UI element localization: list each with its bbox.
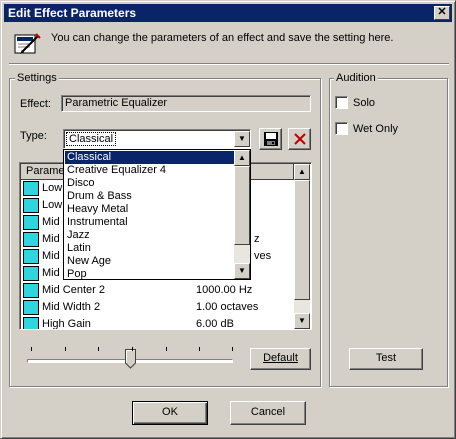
close-button[interactable]: ✕ bbox=[434, 6, 450, 20]
slider-thumb[interactable] bbox=[125, 349, 136, 369]
slider-tick bbox=[166, 347, 167, 351]
parameter-curve-icon bbox=[23, 249, 39, 264]
parameter-curve-icon bbox=[23, 317, 39, 329]
test-button[interactable]: Test bbox=[349, 348, 423, 370]
cancel-button-label: Cancel bbox=[250, 406, 286, 418]
edit-effect-dialog: Edit Effect Parameters ✕ You can change … bbox=[0, 0, 456, 439]
parameter-curve-icon bbox=[23, 283, 39, 298]
table-row[interactable]: Mid Width 2 1.00 octaves bbox=[21, 299, 294, 316]
dropdown-option[interactable]: Disco bbox=[65, 177, 234, 190]
window-title: Edit Effect Parameters bbox=[8, 6, 137, 20]
delete-icon bbox=[293, 133, 306, 145]
table-row[interactable]: Mid Center 2 1000.00 Hz bbox=[21, 282, 294, 299]
edit-dialog-icon bbox=[14, 32, 42, 56]
effect-value: Parametric Equalizer bbox=[65, 97, 168, 109]
delete-preset-button[interactable] bbox=[288, 128, 311, 150]
title-bar: Edit Effect Parameters ✕ bbox=[4, 4, 452, 22]
list-header-label: Parame bbox=[26, 165, 65, 177]
solo-label[interactable]: Solo bbox=[353, 97, 375, 109]
slider-tick bbox=[132, 347, 133, 351]
dropdown-option[interactable]: Pop bbox=[65, 268, 234, 281]
wet-only-checkbox[interactable] bbox=[335, 122, 348, 135]
settings-group-label: Settings bbox=[15, 72, 59, 84]
dropdown-option[interactable]: New Age bbox=[65, 255, 234, 268]
parameter-slider[interactable] bbox=[27, 341, 237, 371]
separator bbox=[9, 63, 449, 65]
test-button-label: Test bbox=[375, 352, 397, 364]
dropdown-option[interactable]: Drum & Bass bbox=[65, 190, 234, 203]
ok-button[interactable]: OK bbox=[132, 401, 208, 425]
scroll-down-icon[interactable]: ▼ bbox=[234, 263, 250, 279]
dropdown-option[interactable]: Heavy Metal bbox=[65, 203, 234, 216]
dropdown-option[interactable]: Creative Equalizer 4 bbox=[65, 164, 234, 177]
audition-group-label: Audition bbox=[334, 72, 378, 84]
cancel-button[interactable]: Cancel bbox=[230, 401, 306, 425]
default-button-label: Default bbox=[263, 352, 298, 364]
type-label: Type: bbox=[20, 130, 47, 142]
type-select[interactable]: Classical ▼ bbox=[63, 129, 251, 149]
list-scrollbar[interactable]: ▲ ▼ bbox=[294, 164, 310, 329]
table-row[interactable]: High Gain 6.00 dB bbox=[21, 316, 294, 329]
wet-only-label[interactable]: Wet Only bbox=[353, 123, 398, 135]
effect-label: Effect: bbox=[20, 98, 51, 110]
save-icon bbox=[263, 132, 278, 146]
ok-button-label: OK bbox=[162, 406, 178, 418]
dropdown-option[interactable]: Latin bbox=[65, 242, 234, 255]
slider-tick bbox=[232, 347, 233, 351]
save-preset-button[interactable] bbox=[259, 128, 282, 150]
slider-tick bbox=[31, 347, 32, 351]
scroll-thumb[interactable] bbox=[234, 166, 250, 245]
parameter-curve-icon bbox=[23, 198, 39, 213]
type-dropdown-list[interactable]: Classical Creative Equalizer 4 Disco Dru… bbox=[63, 149, 251, 280]
slider-tick bbox=[65, 347, 66, 351]
scroll-up-icon[interactable]: ▲ bbox=[294, 164, 310, 180]
slider-tick bbox=[199, 347, 200, 351]
dropdown-option[interactable]: Jazz bbox=[65, 229, 234, 242]
default-button[interactable]: Default bbox=[250, 348, 311, 370]
parameter-curve-icon bbox=[23, 232, 39, 247]
effect-field: Parametric Equalizer bbox=[61, 95, 311, 112]
info-text: You can change the parameters of an effe… bbox=[51, 32, 394, 44]
dropdown-option[interactable]: Instrumental bbox=[65, 216, 234, 229]
slider-tick bbox=[98, 347, 99, 351]
close-icon: ✕ bbox=[437, 6, 447, 18]
scroll-down-icon[interactable]: ▼ bbox=[294, 313, 310, 329]
type-select-value: Classical bbox=[66, 132, 117, 146]
parameter-curve-icon bbox=[23, 300, 39, 315]
parameter-curve-icon bbox=[23, 181, 39, 196]
parameter-curve-icon bbox=[23, 215, 39, 230]
scroll-up-icon[interactable]: ▲ bbox=[234, 150, 250, 166]
solo-checkbox[interactable] bbox=[335, 96, 348, 109]
chevron-down-icon[interactable]: ▼ bbox=[234, 131, 250, 147]
parameter-curve-icon bbox=[23, 266, 39, 281]
dropdown-scrollbar[interactable]: ▲ ▼ bbox=[234, 150, 250, 279]
scroll-thumb[interactable] bbox=[294, 180, 310, 300]
dropdown-option[interactable]: Classical bbox=[65, 151, 234, 164]
